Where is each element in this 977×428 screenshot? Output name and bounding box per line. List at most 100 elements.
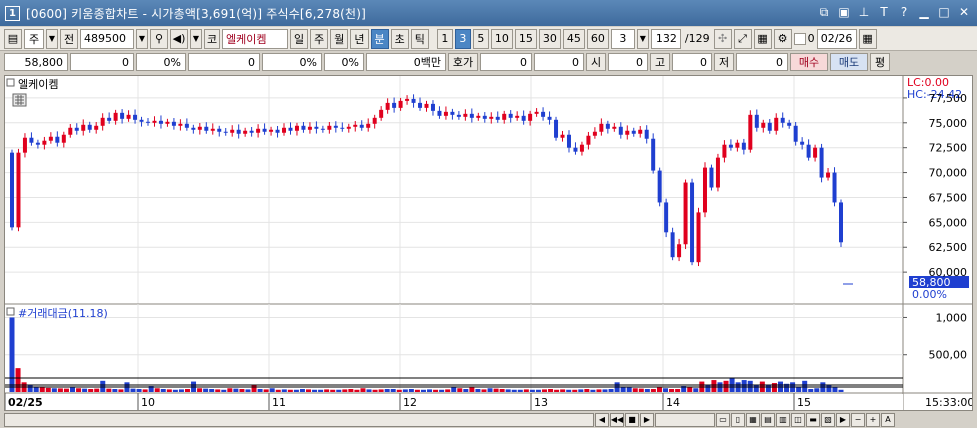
- layout-multi-icon[interactable]: ▥: [776, 412, 790, 427]
- candle-body: [372, 117, 377, 124]
- bar-count-input[interactable]: 132: [650, 28, 681, 49]
- candle-body: [191, 127, 196, 130]
- tab-second[interactable]: 초: [390, 28, 409, 49]
- volume-bar: [644, 389, 650, 392]
- toolbar-menu-icon[interactable]: ▤: [4, 28, 22, 49]
- candle-body: [430, 103, 435, 111]
- minimize-icon[interactable]: ▁: [917, 4, 931, 20]
- candle-body: [307, 126, 312, 130]
- candle-body: [754, 114, 759, 128]
- zoom-out-icon[interactable]: −: [851, 412, 865, 427]
- sell-button[interactable]: 매도: [830, 53, 868, 71]
- prev-button[interactable]: 전: [60, 28, 78, 49]
- help-icon[interactable]: ?: [897, 4, 911, 20]
- chevron-down-icon[interactable]: ▼: [46, 28, 58, 49]
- candle-body: [696, 212, 701, 263]
- drawing-tools-icon[interactable]: ✣: [713, 28, 732, 49]
- interval-15[interactable]: 15: [514, 28, 537, 49]
- tab-tick[interactable]: 틱: [410, 28, 429, 49]
- candle-body: [418, 102, 423, 108]
- interval-10[interactable]: 10: [490, 28, 513, 49]
- layout-single-icon[interactable]: ▭: [716, 412, 730, 427]
- layout-split-icon[interactable]: ▯: [731, 412, 745, 427]
- chevron-down-icon[interactable]: ▼: [190, 28, 202, 49]
- interval-value-input[interactable]: 3: [610, 28, 635, 49]
- candle-body: [774, 117, 779, 131]
- link-icon[interactable]: ⧉: [817, 4, 831, 20]
- pin-icon[interactable]: ⊥: [857, 4, 871, 20]
- copy-window-icon[interactable]: ▣: [837, 4, 851, 20]
- chart-svg[interactable]: 엘케이켐 LC:0.00 HC:-24.42 58,800 0.00% 77,5…: [4, 76, 974, 410]
- gear-icon[interactable]: ⚙: [773, 28, 792, 49]
- font-size-icon[interactable]: A: [881, 412, 895, 427]
- volume-bar: [263, 389, 269, 392]
- volume-panel-toggle-icon[interactable]: [6, 307, 15, 316]
- candle-body: [826, 172, 831, 178]
- candle-body: [592, 131, 597, 136]
- zoom-in-icon[interactable]: +: [866, 412, 880, 427]
- volume-axis: 1,000 500,00: [903, 311, 967, 362]
- layout-row-icon[interactable]: ▬: [806, 412, 820, 427]
- font-icon[interactable]: T: [877, 4, 891, 20]
- volume-bar: [747, 380, 753, 392]
- volume-bar: [693, 388, 699, 392]
- calendar-icon[interactable]: ▦: [858, 28, 877, 49]
- candle-body: [171, 121, 176, 126]
- stock-code-input[interactable]: 489500: [80, 28, 134, 49]
- rewind-icon[interactable]: ◀◀: [610, 412, 624, 427]
- stock-name-field[interactable]: 엘케이켐: [222, 28, 288, 49]
- scroll-left-icon[interactable]: ◀: [595, 412, 609, 427]
- volume-bar: [203, 388, 209, 392]
- trend-line-icon[interactable]: ⤢: [733, 28, 752, 49]
- volume-bar: [675, 389, 681, 392]
- volume-bar: [299, 389, 305, 392]
- tab-minute[interactable]: 분: [370, 28, 389, 49]
- speaker-icon[interactable]: ◀): [170, 28, 188, 49]
- volume-bar: [324, 389, 330, 392]
- layout-wide-icon[interactable]: ◫: [791, 412, 805, 427]
- chart-area[interactable]: 엘케이켐 LC:0.00 HC:-24.42 58,800 0.00% 77,5…: [4, 75, 974, 411]
- maximize-icon[interactable]: □: [937, 4, 951, 20]
- tab-day[interactable]: 일: [290, 28, 309, 49]
- volume-bar: [336, 389, 342, 392]
- chevron-down-icon[interactable]: ▼: [136, 28, 148, 49]
- scroll-right-icon[interactable]: ▶: [836, 412, 850, 427]
- interval-1[interactable]: 1: [436, 28, 453, 49]
- search-icon[interactable]: ⚲: [150, 28, 168, 49]
- play-icon[interactable]: ▶: [640, 412, 654, 427]
- candle-body: [437, 110, 442, 116]
- speed-slider[interactable]: [655, 412, 715, 427]
- tab-month[interactable]: 월: [330, 28, 349, 49]
- candle-body: [68, 127, 73, 135]
- layout-grid-icon[interactable]: ▤: [761, 412, 775, 427]
- interval-3[interactable]: 3: [454, 28, 471, 49]
- date-tick-label: 12: [403, 396, 417, 409]
- candle-body: [29, 137, 34, 143]
- save-icon[interactable]: ▦: [753, 28, 772, 49]
- candle-body: [107, 117, 112, 121]
- close-icon[interactable]: ✕: [957, 4, 971, 20]
- date-input[interactable]: 02/26: [816, 28, 857, 49]
- option-checkbox[interactable]: [793, 32, 806, 45]
- volume-bar: [687, 387, 693, 392]
- stop-icon[interactable]: ■: [625, 412, 639, 427]
- volume-bar: [523, 389, 529, 392]
- chart-scrollbar[interactable]: [4, 412, 594, 427]
- interval-5[interactable]: 5: [472, 28, 489, 49]
- period-select[interactable]: 주: [24, 28, 44, 49]
- panel-toggle-icon[interactable]: [6, 78, 15, 87]
- tab-year[interactable]: 년: [350, 28, 369, 49]
- candle-body: [282, 127, 287, 133]
- layout-quad-icon[interactable]: ▦: [746, 412, 760, 427]
- window-title: [0600] 키움종합차트 - 시가총액[3,691(억)] 주식수[6,278…: [26, 6, 367, 21]
- volume-bar: [638, 388, 644, 392]
- avg-button[interactable]: 평: [870, 53, 890, 71]
- interval-60[interactable]: 60: [586, 28, 609, 49]
- buy-button[interactable]: 매수: [790, 53, 828, 71]
- interval-30[interactable]: 30: [538, 28, 561, 49]
- volume-bar: [366, 389, 372, 392]
- chevron-down-icon[interactable]: ▼: [636, 28, 649, 49]
- tab-week[interactable]: 주: [310, 28, 329, 49]
- layout-chart-icon[interactable]: ▧: [821, 412, 835, 427]
- interval-45[interactable]: 45: [562, 28, 585, 49]
